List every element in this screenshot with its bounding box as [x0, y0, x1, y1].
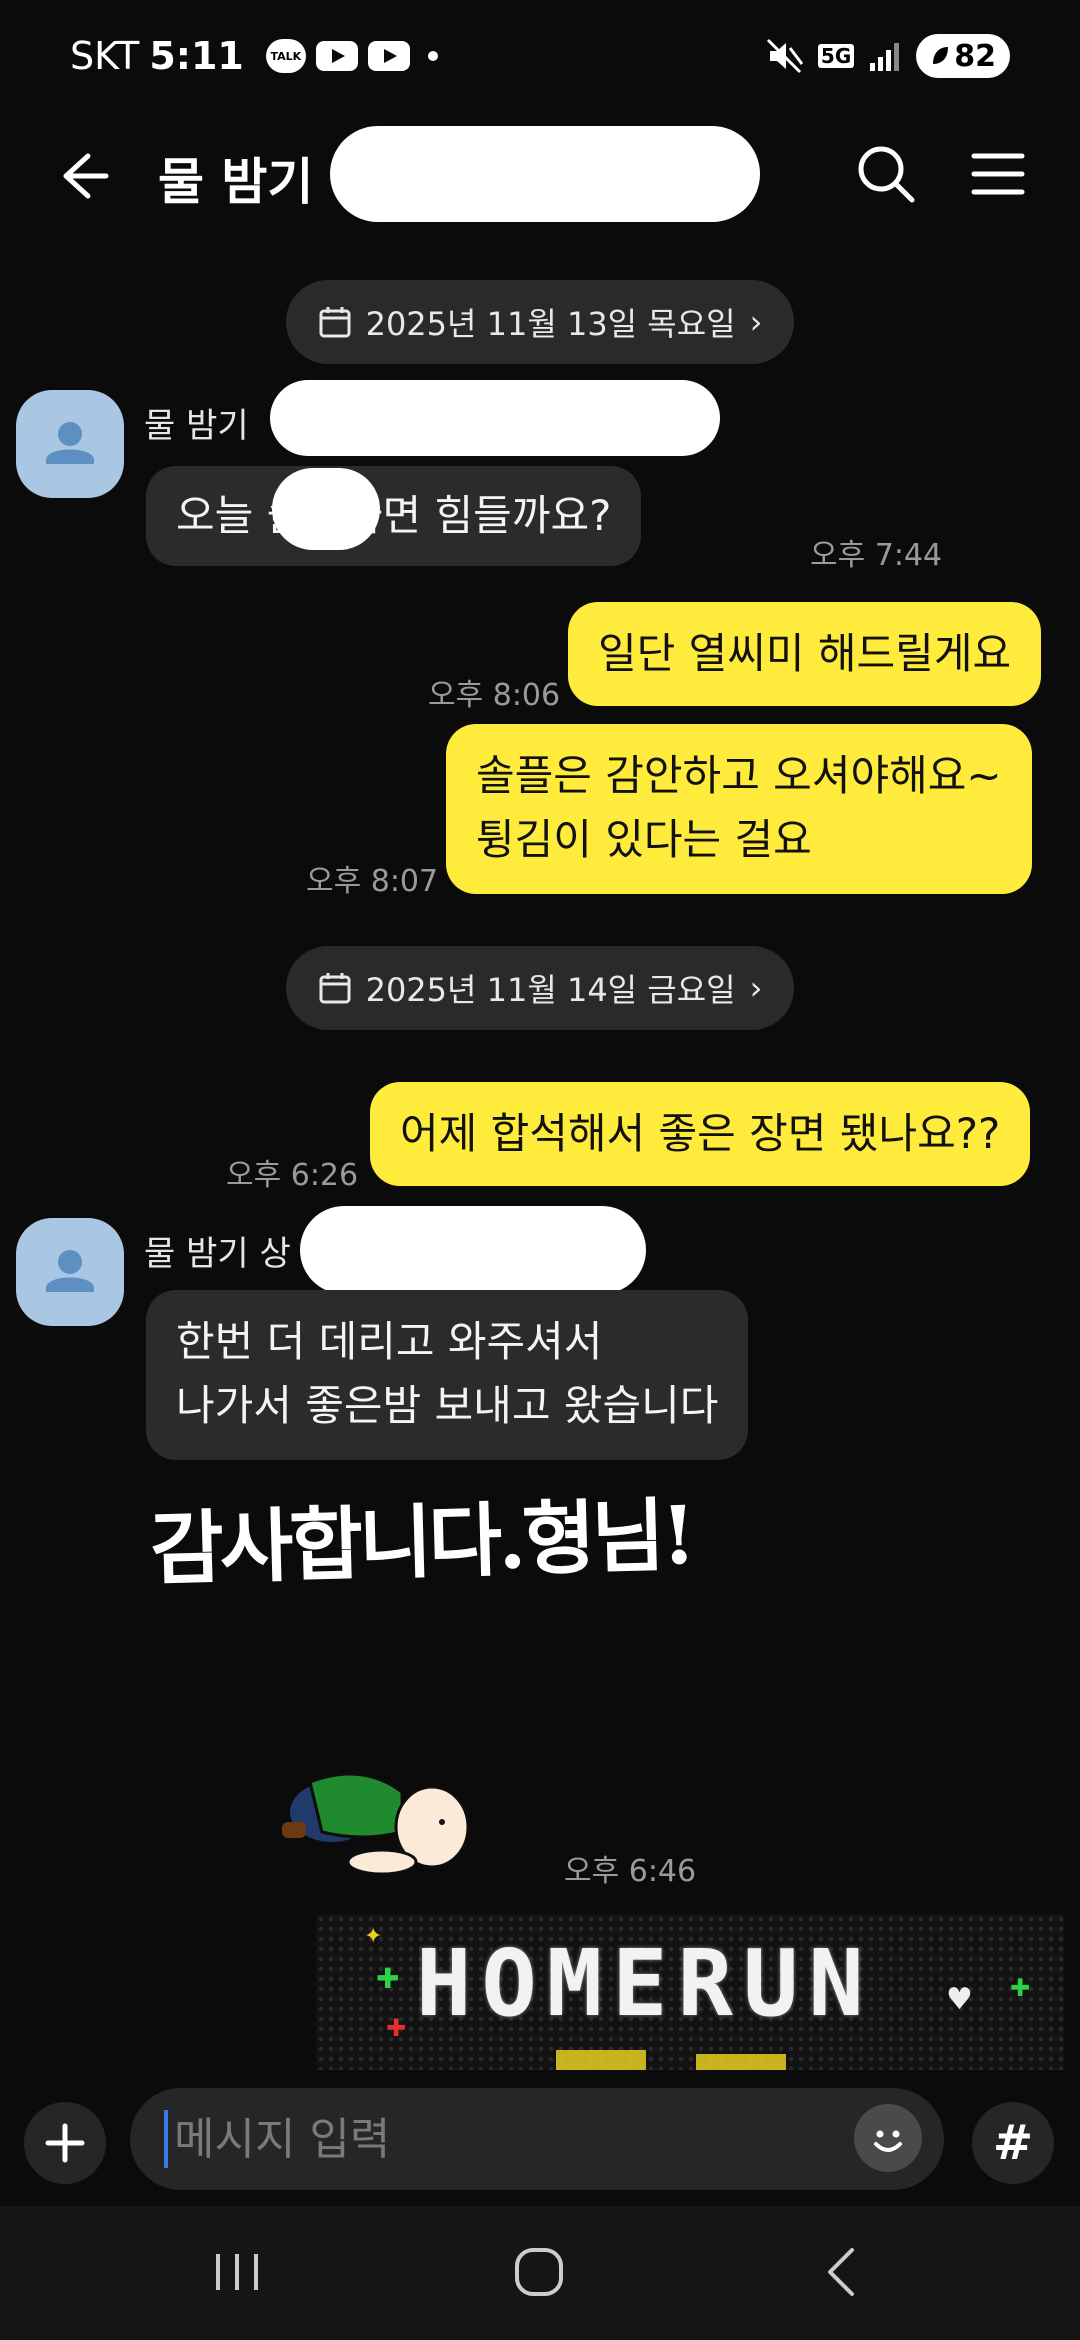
- chat-header: 물 밤기: [0, 120, 1080, 230]
- message-time: 오후 6:46: [564, 1854, 697, 1889]
- date-divider[interactable]: 2025년 11월 14일 금요일 ›: [286, 946, 794, 1030]
- youtube-notification-icon: [315, 41, 358, 71]
- green-sparkle-icon: ✚: [376, 1962, 400, 1995]
- message-composer: #: [0, 2070, 1080, 2206]
- green-sparkle-icon: ✚: [1010, 1974, 1031, 2002]
- search-icon[interactable]: [852, 140, 920, 208]
- redaction-scribble: [270, 380, 720, 456]
- sender-name: 물 밤기: [144, 406, 249, 446]
- mute-icon: [766, 38, 804, 74]
- menu-icon[interactable]: [966, 142, 1030, 206]
- message-text: 어제 합석해서 좋은 장면 됐나요??: [400, 1109, 1001, 1158]
- incoming-message-bubble[interactable]: 오늘 솔플가면 힘들까요?: [146, 466, 642, 566]
- sender-name: 물 밤기 상: [144, 1234, 291, 1274]
- battery-indicator: 82: [916, 34, 1010, 78]
- network-5g-icon: 5G: [817, 44, 855, 68]
- date-label: 2025년 11월 14일 금요일: [365, 971, 736, 1009]
- plus-icon: [45, 2123, 85, 2163]
- attach-plus-button[interactable]: [24, 2102, 106, 2184]
- signal-icon: [870, 43, 900, 71]
- back-arrow-icon[interactable]: [48, 144, 112, 208]
- chevron-right-icon: ›: [749, 303, 763, 341]
- default-profile-icon: [46, 422, 94, 464]
- homerun-led-sticker[interactable]: HOMERUN ✚ ✚ ✦ ♥ ✚: [316, 1914, 1064, 2070]
- red-sparkle-icon: ✚: [386, 2014, 407, 2042]
- message-time: 오후 7:44: [810, 538, 943, 573]
- redaction-scribble: [272, 468, 380, 550]
- chevron-right-icon: ›: [749, 969, 763, 1007]
- carrier-label: SKT: [70, 34, 140, 78]
- message-input[interactable]: [164, 2110, 824, 2168]
- message-text: 일단 열씨미 해드릴게요: [598, 629, 1012, 678]
- outgoing-message-bubble[interactable]: 어제 합석해서 좋은 장면 됐나요??: [370, 1082, 1031, 1186]
- system-navigation-bar: [0, 2206, 1080, 2340]
- battery-saver-icon: [933, 47, 949, 64]
- smiley-icon: [874, 2130, 902, 2152]
- calendar-icon: [319, 307, 351, 338]
- hashtag-search-button[interactable]: #: [972, 2102, 1054, 2184]
- message-input-container[interactable]: [130, 2088, 944, 2190]
- message-line: 튕김이 있다는 걸요: [476, 815, 812, 864]
- avatar[interactable]: [16, 390, 124, 498]
- date-divider[interactable]: 2025년 11월 13일 목요일 ›: [286, 280, 794, 364]
- bowing-character-sticker[interactable]: [262, 1752, 472, 1882]
- message-line: 솔플은 감안하고 오셔야해요~: [476, 751, 1002, 800]
- emoji-button[interactable]: [854, 2104, 922, 2172]
- clock: 5:11: [149, 34, 244, 78]
- yellow-led-bar: [556, 2050, 646, 2070]
- date-label: 2025년 11월 13일 목요일: [365, 305, 736, 343]
- status-bar: SKT 5:11 TALK 5G 82: [0, 0, 1080, 120]
- message-line: 나가서 좋은밤 보내고 왔습니다: [176, 1381, 719, 1430]
- default-profile-icon: [46, 1250, 94, 1292]
- message-text: 오늘 솔플가면 힘들까요?: [176, 491, 612, 540]
- avatar[interactable]: [16, 1218, 124, 1326]
- banner-text: HOMERUN: [416, 1930, 874, 2037]
- calendar-icon: [319, 973, 351, 1004]
- incoming-message-bubble[interactable]: 한번 더 데리고 와주셔서 나가서 좋은밤 보내고 왔습니다: [146, 1290, 749, 1460]
- sticker-text: 감사합니다.형님!: [149, 1487, 694, 1597]
- system-back-icon[interactable]: [806, 2242, 876, 2302]
- message-time: 오후 8:07: [306, 864, 439, 899]
- message-line: 한번 더 데리고 와주셔서: [176, 1317, 603, 1366]
- youtube-notification-icon-2: [367, 41, 410, 71]
- outgoing-message-bubble[interactable]: 일단 열씨미 해드릴게요: [568, 602, 1042, 706]
- yellow-led-bar: [696, 2054, 786, 2070]
- message-time: 오후 8:06: [428, 678, 561, 713]
- home-icon[interactable]: [504, 2242, 574, 2302]
- outgoing-message-bubble[interactable]: 솔플은 감안하고 오셔야해요~ 튕김이 있다는 걸요: [446, 724, 1032, 894]
- kakaotalk-notification-icon: TALK: [265, 39, 306, 73]
- white-heart-icon: ♥: [946, 1982, 973, 2017]
- redaction-scribble: [330, 126, 760, 222]
- chat-title[interactable]: 물 밤기: [158, 142, 313, 214]
- recent-apps-icon[interactable]: [202, 2242, 272, 2302]
- battery-level: 82: [954, 38, 996, 74]
- redaction-scribble: [300, 1206, 646, 1294]
- yellow-sparkle-icon: ✦: [364, 1924, 383, 1949]
- more-notifications-dot-icon: [427, 51, 438, 61]
- message-time: 오후 6:26: [226, 1158, 359, 1193]
